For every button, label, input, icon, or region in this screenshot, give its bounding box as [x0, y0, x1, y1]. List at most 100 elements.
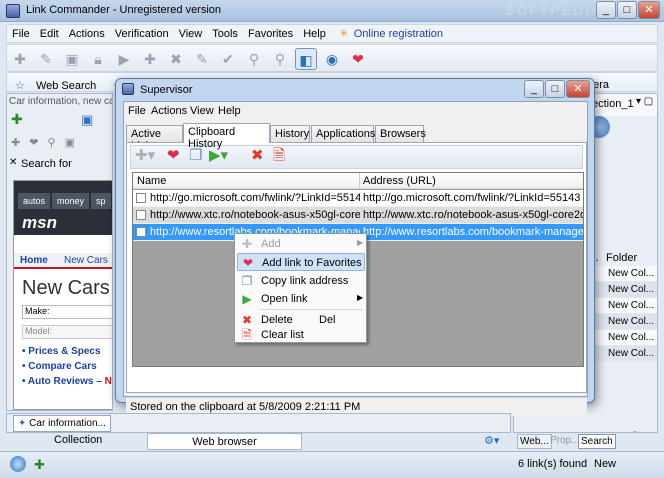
menu-favorites[interactable]: Favorites [243, 26, 298, 40]
col-url[interactable]: Address (URL) [363, 175, 436, 187]
make-select[interactable]: Make: [22, 305, 112, 319]
col-divider [359, 173, 360, 189]
globe-status-icon[interactable] [10, 456, 26, 472]
sup-maximize-button[interactable]: □ [545, 80, 565, 98]
nav-new-cars[interactable]: New Cars [64, 255, 108, 266]
tab-applications[interactable]: Applications [311, 125, 375, 142]
check-icon[interactable]: ✔ [217, 48, 239, 70]
menu-separator [259, 309, 363, 310]
clear-list-icon[interactable]: 🗎︎ [273, 146, 285, 166]
nav-home[interactable]: Home [20, 255, 48, 266]
menu-tools[interactable]: Tools [207, 26, 243, 40]
clear-icon: 🗎︎ [242, 328, 252, 342]
collection-dropdown[interactable]: ▾ ▢ [636, 96, 653, 107]
browser-view: autos money sp msn Home New Cars New Cars … [13, 180, 112, 410]
msn-nav: Home New Cars [14, 253, 112, 269]
submenu-arrow-icon: ▶ [357, 293, 364, 302]
add-icon[interactable]: ✚▾ [135, 146, 155, 166]
tab-history[interactable]: History [270, 125, 310, 142]
settings-gear-icon[interactable]: ⚙▾ [484, 434, 499, 447]
sup-menu-help[interactable]: Help [218, 105, 241, 117]
delete-icon[interactable]: ✖ [165, 48, 187, 70]
edit-icon[interactable]: ✎ [35, 48, 57, 70]
sup-close-button[interactable]: ✕ [566, 80, 590, 98]
tab-clipboard-history[interactable]: Clipboard History [183, 123, 270, 150]
msn-tab-sp[interactable]: sp [91, 193, 111, 209]
maximize-button[interactable]: □ [617, 1, 637, 19]
msn-tabs: autos money sp [18, 193, 112, 209]
sup-minimize-button[interactable]: _ [524, 80, 544, 98]
list-row[interactable]: http://www.xtc.ro/notebook-asus-x50gl-co… [133, 207, 583, 224]
row-checkbox[interactable] [136, 210, 146, 221]
play-icon[interactable]: ▶ [113, 48, 135, 70]
msn-tab-money[interactable]: money [52, 193, 90, 209]
small-toolbar: ✚ ❤ ⚲ ▣ [11, 137, 79, 149]
plus-icon[interactable]: ✚ [139, 48, 161, 70]
menu-help[interactable]: Help [298, 26, 331, 40]
tab-browsers[interactable]: Browsers [375, 125, 426, 142]
add-favorite-icon[interactable]: ✚ [11, 112, 31, 128]
tab-search[interactable]: Search [578, 434, 616, 449]
delete-icon[interactable]: ✖ [251, 146, 264, 166]
menu-edit[interactable]: Edit [35, 26, 64, 40]
menu-item-clear-list[interactable]: 🗎︎ Clear list [237, 328, 365, 343]
row-checkbox[interactable] [136, 193, 146, 204]
link-prices-specs[interactable]: • Prices & Specs [22, 346, 101, 357]
menu-item-add-to-favorites[interactable]: ❤ Add link to Favorites [237, 253, 365, 271]
main-menubar: File Edit Actions Verification View Tools Favo… [6, 24, 658, 43]
picture-icon[interactable]: ▣ [81, 112, 101, 128]
new-status: New [594, 458, 617, 470]
supervisor-title: Supervisor [140, 84, 193, 96]
globe-icon[interactable]: ◉ [321, 48, 343, 70]
msn-butterfly-icon: ✦ [18, 418, 27, 429]
menu-item-add[interactable]: ✚ Add ▶ [237, 235, 365, 253]
favorite-heart-icon[interactable]: ❤ [167, 146, 180, 166]
menu-item-copy-link[interactable]: ❐ Copy link address [237, 272, 365, 290]
context-menu: ✚ Add ▶ ❤ Add link to Favorites ❐ Copy l… [234, 233, 367, 343]
link-auto-reviews[interactable]: • Auto Reviews – No [22, 376, 112, 387]
list-row[interactable]: http://go.microsoft.com/fwlink/?LinkId=5… [133, 190, 583, 207]
supervisor-icon[interactable]: ◧ [295, 48, 317, 70]
menu-actions[interactable]: Actions [64, 26, 110, 40]
sup-menu-file[interactable]: File [128, 105, 146, 117]
delete-shortcut: Del [319, 314, 336, 326]
add-icon[interactable]: ✚ [9, 48, 31, 70]
collection-tab[interactable]: Collection [54, 434, 102, 446]
menu-item-open-link[interactable]: ▶ Open link ▶ [237, 290, 365, 308]
sun-icon: ☀ [338, 28, 349, 40]
model-select[interactable]: Model: [22, 325, 112, 339]
status-bar: ✚ 6 link(s) found New [0, 451, 664, 478]
menu-view[interactable]: View [174, 26, 208, 40]
search-icon[interactable]: ⚲ [243, 48, 265, 70]
col-name[interactable]: Name [137, 175, 166, 187]
sup-menu-view[interactable]: View [190, 105, 214, 117]
menu-item-delete[interactable]: ✖ Delete Del [237, 311, 365, 329]
save-icon[interactable]: ▣ [61, 48, 83, 70]
lock-icon[interactable]: 🔒︎ [87, 48, 109, 70]
tab-web[interactable]: Web... [517, 434, 552, 449]
find-icon[interactable]: ⚲ [269, 48, 291, 70]
menu-verification[interactable]: Verification [110, 26, 174, 40]
minimize-button[interactable]: _ [596, 1, 616, 19]
properties-icon[interactable]: ✎ [191, 48, 213, 70]
left-panel: Car information, new car ✚ ▣ ✚ ❤ ⚲ ▣ ✕ S… [6, 93, 113, 411]
window-title: Link Commander - Unregistered version [26, 4, 222, 16]
softpedia-watermark: SOFTPEDIA [505, 2, 604, 18]
left-bottom-tabs: Collection Web browser ⚙▾ [6, 433, 511, 451]
tab-active-links[interactable]: Active Links [126, 125, 183, 152]
page-heading: New Cars [22, 277, 110, 299]
car-info-tab[interactable]: ✦ Car information... [13, 415, 111, 432]
online-registration-link[interactable]: Online registration [349, 26, 448, 40]
close-search-icon[interactable]: ✕ [9, 157, 17, 168]
heart-icon[interactable]: ❤ [347, 48, 369, 70]
msn-tab-autos[interactable]: autos [18, 193, 51, 209]
close-button[interactable]: ✕ [638, 1, 660, 19]
tab-properties[interactable]: Prop... [548, 434, 581, 447]
menu-file[interactable]: File [7, 26, 35, 40]
sup-menu-actions[interactable]: Actions [151, 105, 187, 117]
add-status-icon[interactable]: ✚ [34, 457, 45, 473]
web-search-item[interactable]: ☆ Web Search [7, 73, 104, 91]
row-checkbox[interactable] [136, 227, 146, 238]
web-browser-tab[interactable]: Web browser [147, 433, 302, 450]
link-compare-cars[interactable]: • Compare Cars [22, 361, 97, 372]
